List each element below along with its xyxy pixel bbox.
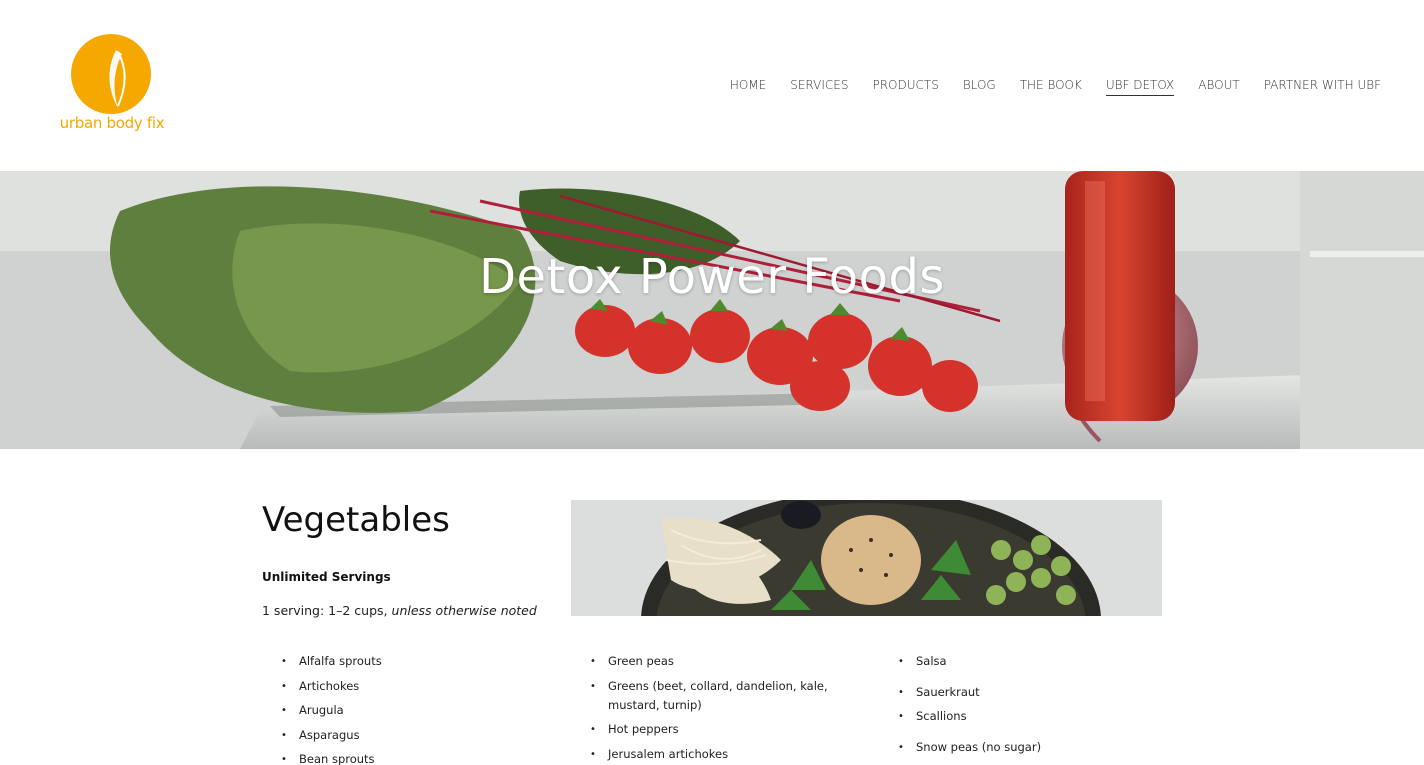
nav-blog[interactable]: BLOG [963,78,996,96]
section-subtitle: Unlimited Servings [262,570,391,584]
vegetable-list-col3: Salsa Sauerkraut Scallions Snow peas (no… [898,652,1138,757]
list-item: Greens (beet, collard, dandelion, kale, … [590,677,870,715]
nav-the-book[interactable]: THE BOOK [1020,78,1082,96]
list-item: Alfalfa sprouts [281,652,521,671]
salad-bowl-photo [571,500,1162,616]
nav-ubf-detox[interactable]: UBF DETOX [1105,78,1175,96]
nav-partner-with-ubf[interactable]: PARTNER WITH UBF [1264,78,1381,96]
serving-note: unless otherwise noted [391,603,537,618]
list-item: Jerusalem artichokes [590,745,870,764]
main-nav: HOME SERVICES PRODUCTS BLOG THE BOOK UBF… [706,78,1381,96]
list-item: Bean sprouts [281,750,521,765]
brand-logo[interactable]: urban body fix [56,30,168,136]
leaf-logo-icon [71,34,151,114]
list-item: Arugula [281,701,521,720]
nav-home[interactable]: HOME [730,78,766,96]
hero-title: Detox Power Foods [479,249,945,305]
vegetable-list-col2: Green peas Greens (beet, collard, dandel… [590,652,870,765]
hero-banner: Detox Power Foods [0,171,1424,449]
list-item: Green peas [590,652,870,671]
list-item: Snow peas (no sugar) [898,738,1138,757]
list-item: Salsa [898,652,1138,671]
nav-products[interactable]: PRODUCTS [872,78,938,96]
list-item: Hot peppers [590,720,870,739]
nav-about[interactable]: ABOUT [1198,78,1239,96]
section-title: Vegetables [262,500,450,540]
vegetable-list-col1: Alfalfa sprouts Artichokes Arugula Aspar… [281,652,521,765]
site-header: urban body fix HOME SERVICES PRODUCTS BL… [0,0,1424,171]
list-item: Artichokes [281,677,521,696]
salad-bowl-image [571,500,1162,616]
list-item: Asparagus [281,726,521,745]
serving-prefix: 1 serving: 1–2 cups, [262,603,388,618]
brand-name: urban body fix [59,114,165,132]
list-item: Sauerkraut [898,683,1138,702]
list-item: Scallions [898,707,1138,726]
hero-image [0,171,1424,449]
nav-services[interactable]: SERVICES [790,78,848,96]
serving-info: 1 serving: 1–2 cups, unless otherwise no… [262,603,537,618]
